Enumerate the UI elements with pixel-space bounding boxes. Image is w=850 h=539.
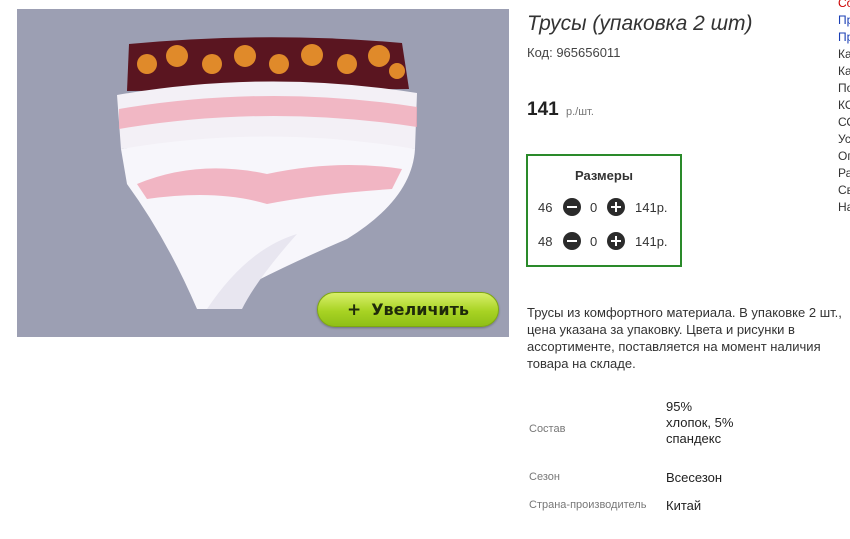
sizes-title: Размеры (575, 168, 633, 183)
side-menu-item[interactable]: Ка (838, 63, 850, 80)
minus-icon[interactable] (563, 232, 581, 250)
product-page: + Увеличить Трусы (упаковка 2 шт) Код: 9… (0, 0, 850, 539)
size-row: 46 0 141р. (528, 198, 680, 218)
side-menu: Со Пр Пр Ка Ка По КО СО Ус Оп Ра Св На (838, 0, 850, 216)
side-menu-item[interactable]: На (838, 199, 850, 216)
property-label: Состав (529, 423, 566, 435)
side-menu-item[interactable]: Оп (838, 148, 850, 165)
price-unit: р./шт. (566, 106, 594, 118)
side-menu-item[interactable]: КО (838, 97, 850, 114)
property-value: Всесезон (666, 470, 723, 485)
size-sum: 141р. (635, 200, 668, 215)
property-value: 95% хлопок, 5% спандекс (666, 399, 734, 446)
size-label: 46 (538, 200, 553, 215)
size-row: 48 0 141р. (528, 232, 680, 252)
product-image (117, 37, 417, 309)
side-menu-item[interactable]: Пр (838, 29, 850, 46)
zoom-button[interactable]: + Увеличить (317, 292, 499, 327)
product-title: Трусы (упаковка 2 шт) (527, 12, 753, 35)
property-value: Китай (666, 498, 702, 513)
product-photo[interactable]: + Увеличить (17, 9, 509, 337)
side-menu-item[interactable]: Св (838, 182, 850, 199)
side-menu-item[interactable]: Пр (838, 12, 850, 29)
product-price: 141 (527, 99, 559, 120)
plus-icon[interactable] (607, 198, 625, 216)
size-sum: 141р. (635, 234, 668, 249)
product-description: Трусы из комфортного материала. В упаков… (527, 305, 842, 371)
size-qty: 0 (590, 234, 598, 249)
side-menu-item[interactable]: По (838, 80, 850, 97)
side-menu-item[interactable]: Со (838, 0, 850, 12)
side-menu-item[interactable]: Ра (838, 165, 850, 182)
size-label: 48 (538, 234, 553, 249)
side-menu-item[interactable]: Ус (838, 131, 850, 148)
property-label: Страна-производитель (529, 499, 647, 511)
side-menu-item[interactable]: Ка (838, 46, 850, 63)
size-qty: 0 (590, 200, 598, 215)
minus-icon[interactable] (563, 198, 581, 216)
property-label: Сезон (529, 471, 560, 483)
sizes-box: Размеры 46 0 141р. 48 0 141р. (526, 154, 682, 267)
zoom-button-label: Увеличить (371, 300, 470, 319)
product-code: Код: 965656011 (527, 45, 621, 60)
side-menu-item[interactable]: СО (838, 114, 850, 131)
plus-icon[interactable] (607, 232, 625, 250)
plus-icon: + (346, 299, 362, 320)
